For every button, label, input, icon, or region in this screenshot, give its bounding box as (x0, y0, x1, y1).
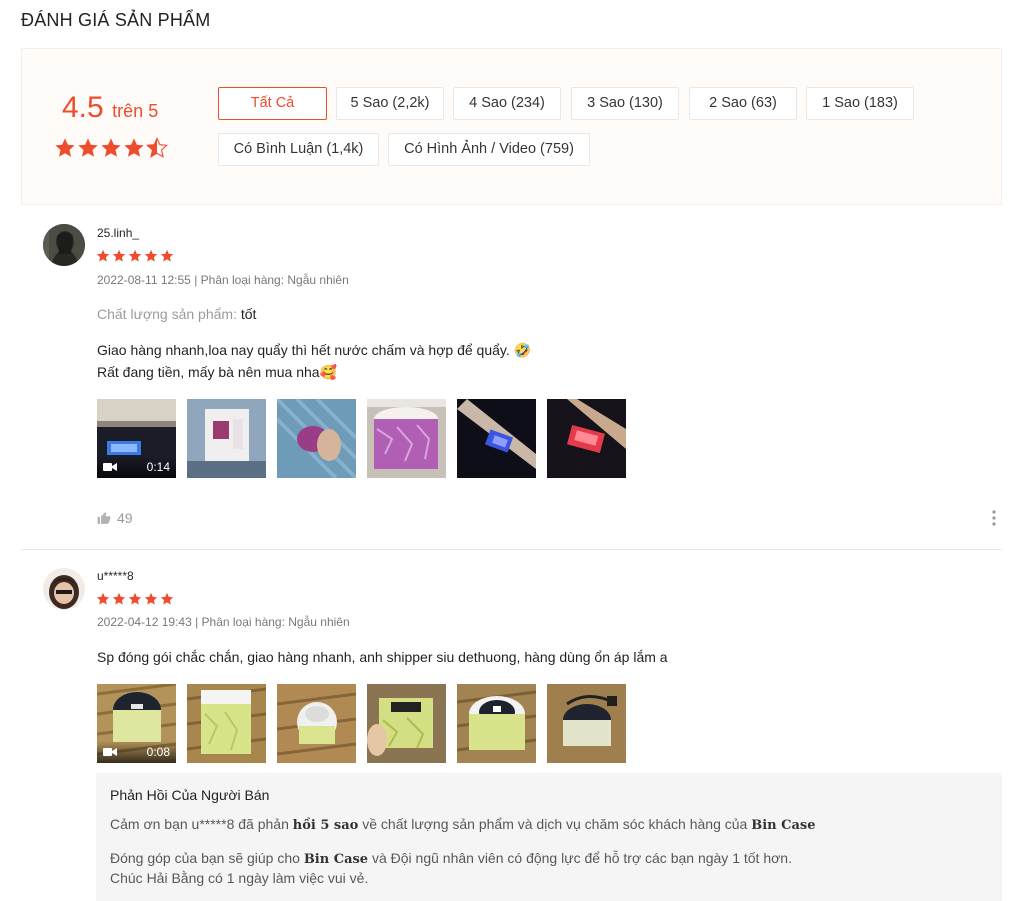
filter-3-star[interactable]: 3 Sao (130) (571, 87, 679, 120)
review-text-line: Rất đang tiền, mấy bà nên mua nha🥰 (97, 364, 338, 380)
star-icon (160, 249, 174, 262)
image-thumbnail[interactable] (277, 399, 356, 478)
average-stars (54, 137, 168, 159)
review-stars (96, 249, 174, 263)
seller-reply-paragraph: Cảm ơn bạn u*****8 đã phản hồi 5 sao về … (110, 816, 816, 833)
seller-reply: Phản Hồi Của Người Bán Cảm ơn bạn u*****… (96, 773, 1002, 901)
star-icon (78, 138, 98, 157)
filter-1-star[interactable]: 1 Sao (183) (806, 87, 914, 120)
image-thumbnail[interactable] (187, 399, 266, 478)
seller-reply-paragraph: Đóng góp của bạn sẽ giúp cho Bin Case và… (110, 850, 792, 867)
review-meta: 2022-04-12 19:43 | Phân loại hàng: Ngẫu … (97, 615, 350, 629)
avatar[interactable] (43, 224, 85, 266)
rating-overview: 4.5 trên 5 Tất Cả 5 Sao (2,2k) 4 Sao (23… (21, 48, 1002, 205)
thumb-up-icon (97, 512, 111, 524)
star-icon (96, 592, 110, 605)
image-thumbnail[interactable] (457, 399, 536, 478)
review-item: 25.linh_ 2022-08-11 12:55 | Phân loại hà… (21, 205, 1002, 550)
image-thumbnail[interactable] (367, 399, 446, 478)
avatar[interactable] (43, 568, 85, 610)
seller-reply-title: Phản Hồi Của Người Bán (110, 787, 270, 803)
video-duration: 0:14 (146, 460, 170, 474)
quality-label: Chất lượng sản phẩm: (97, 306, 237, 322)
reviewer-name[interactable]: u*****8 (97, 569, 134, 583)
image-thumbnail[interactable] (547, 399, 626, 478)
star-icon (112, 249, 126, 262)
reviewer-name[interactable]: 25.linh_ (97, 226, 139, 240)
video-badge: 0:14 (97, 456, 176, 478)
filter-with-comment[interactable]: Có Bình Luận (1,4k) (218, 133, 379, 166)
quality-value: tốt (240, 306, 257, 322)
more-vertical-icon (992, 510, 996, 526)
star-icon (55, 138, 75, 157)
video-camera-icon (103, 748, 117, 756)
star-icon (144, 592, 158, 605)
video-thumbnail[interactable]: 0:08 (97, 684, 176, 763)
star-icon (101, 138, 121, 157)
image-thumbnail[interactable] (277, 684, 356, 763)
review-text: Giao hàng nhanh,loa nay quẩy thì hết nướ… (97, 339, 531, 383)
filter-2-star[interactable]: 2 Sao (63) (689, 87, 797, 120)
video-duration: 0:08 (146, 745, 170, 759)
review-text-line: Giao hàng nhanh,loa nay quẩy thì hết nướ… (97, 342, 532, 358)
seller-reply-paragraph: Chúc Hải Bằng có 1 ngày làm việc vui vẻ. (110, 870, 369, 886)
image-thumbnail[interactable] (457, 684, 536, 763)
image-thumbnail[interactable] (187, 684, 266, 763)
half-star-icon (146, 137, 168, 158)
filter-4-star[interactable]: 4 Sao (234) (453, 87, 561, 120)
image-thumbnail[interactable] (367, 684, 446, 763)
star-icon (112, 592, 126, 605)
quality-line: Chất lượng sản phẩm: tốt (97, 303, 256, 325)
page-title: ĐÁNH GIÁ SẢN PHẨM (21, 10, 211, 30)
video-thumbnail[interactable]: 0:14 (97, 399, 176, 478)
star-icon (128, 592, 142, 605)
average-score: 4.5 trên 5 (62, 91, 159, 124)
star-icon (124, 138, 144, 157)
star-icon (128, 249, 142, 262)
filter-with-media[interactable]: Có Hình Ảnh / Video (759) (388, 133, 590, 166)
review-meta: 2022-08-11 12:55 | Phân loại hàng: Ngẫu … (97, 273, 349, 287)
like-count: 49 (117, 510, 133, 526)
video-camera-icon (103, 463, 117, 471)
review-media: 0:14 (97, 399, 626, 478)
review-media: 0:08 (97, 684, 626, 763)
image-thumbnail[interactable] (547, 684, 626, 763)
filter-5-star[interactable]: 5 Sao (2,2k) (336, 87, 444, 120)
video-badge: 0:08 (97, 741, 176, 763)
like-button[interactable]: 49 (97, 510, 133, 526)
filter-all[interactable]: Tất Cả (218, 87, 327, 120)
review-text: Sp đóng gói chắc chắn, giao hàng nhanh, … (97, 649, 668, 665)
review-stars (96, 592, 174, 606)
more-options-button[interactable] (992, 510, 1002, 531)
star-icon (96, 249, 110, 262)
star-icon (144, 249, 158, 262)
star-icon (160, 592, 174, 605)
